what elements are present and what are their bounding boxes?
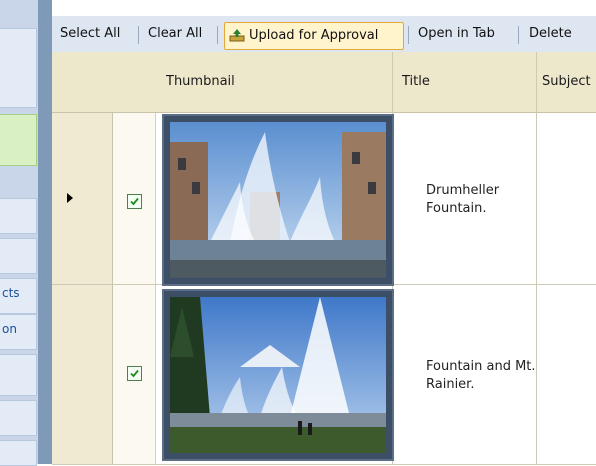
checkmark-icon: [130, 369, 139, 378]
row-checkbox[interactable]: [127, 366, 142, 381]
thumbnail-image[interactable]: [162, 289, 394, 461]
item-grid: Thumbnail Title Subject Drumheller Founta…: [52, 52, 596, 465]
nav-item-label: on: [2, 322, 17, 336]
open-in-tab-button[interactable]: Open in Tab: [418, 24, 495, 44]
current-row-indicator-icon: [67, 193, 73, 203]
pane-splitter[interactable]: [38, 0, 52, 464]
fountain-mountain-photo-icon: [170, 297, 386, 453]
upload-icon: [229, 29, 245, 42]
row-title: Fountain and Mt. Rainier.: [426, 358, 536, 394]
nav-section[interactable]: [0, 28, 37, 108]
title-line: Rainier.: [426, 377, 475, 392]
title-line: Drumheller: [426, 183, 500, 198]
delete-button[interactable]: Delete: [529, 24, 572, 44]
column-header-thumbnail[interactable]: Thumbnail: [166, 74, 235, 89]
title-line: Fountain.: [426, 201, 487, 216]
toolbar-separator: [408, 26, 409, 44]
nav-item-on[interactable]: on: [0, 314, 37, 350]
column-header-row: Thumbnail Title Subject: [52, 52, 596, 113]
nav-section[interactable]: [0, 440, 37, 466]
toolbar-separator: [518, 26, 519, 44]
navigation-pane: cts on: [0, 0, 52, 466]
nav-section[interactable]: [0, 238, 37, 274]
nav-section[interactable]: [0, 198, 37, 234]
nav-section[interactable]: [0, 354, 37, 396]
column-header-subject[interactable]: Subject: [542, 74, 591, 89]
clear-all-button[interactable]: Clear All: [148, 24, 202, 44]
title-line: Fountain and Mt.: [426, 359, 536, 374]
upload-for-approval-button[interactable]: Upload for Approval: [224, 22, 404, 50]
toolbar-separator: [138, 26, 139, 44]
nav-section[interactable]: [0, 400, 37, 436]
checkmark-icon: [130, 197, 139, 206]
nav-item-cts[interactable]: cts: [0, 278, 37, 314]
column-header-title[interactable]: Title: [402, 74, 430, 89]
nav-section-selected[interactable]: [0, 114, 37, 166]
thumbnail-image[interactable]: [162, 114, 394, 286]
upload-label: Upload for Approval: [249, 28, 379, 43]
row-title: Drumheller Fountain.: [426, 182, 499, 218]
fountain-photo-icon: [170, 122, 386, 278]
toolbar-separator: [217, 26, 218, 44]
select-all-button[interactable]: Select All: [60, 24, 120, 44]
nav-item-label: cts: [2, 286, 20, 300]
toolbar: Select All Clear All Upload for Approval…: [52, 16, 596, 53]
row-checkbox[interactable]: [127, 194, 142, 209]
